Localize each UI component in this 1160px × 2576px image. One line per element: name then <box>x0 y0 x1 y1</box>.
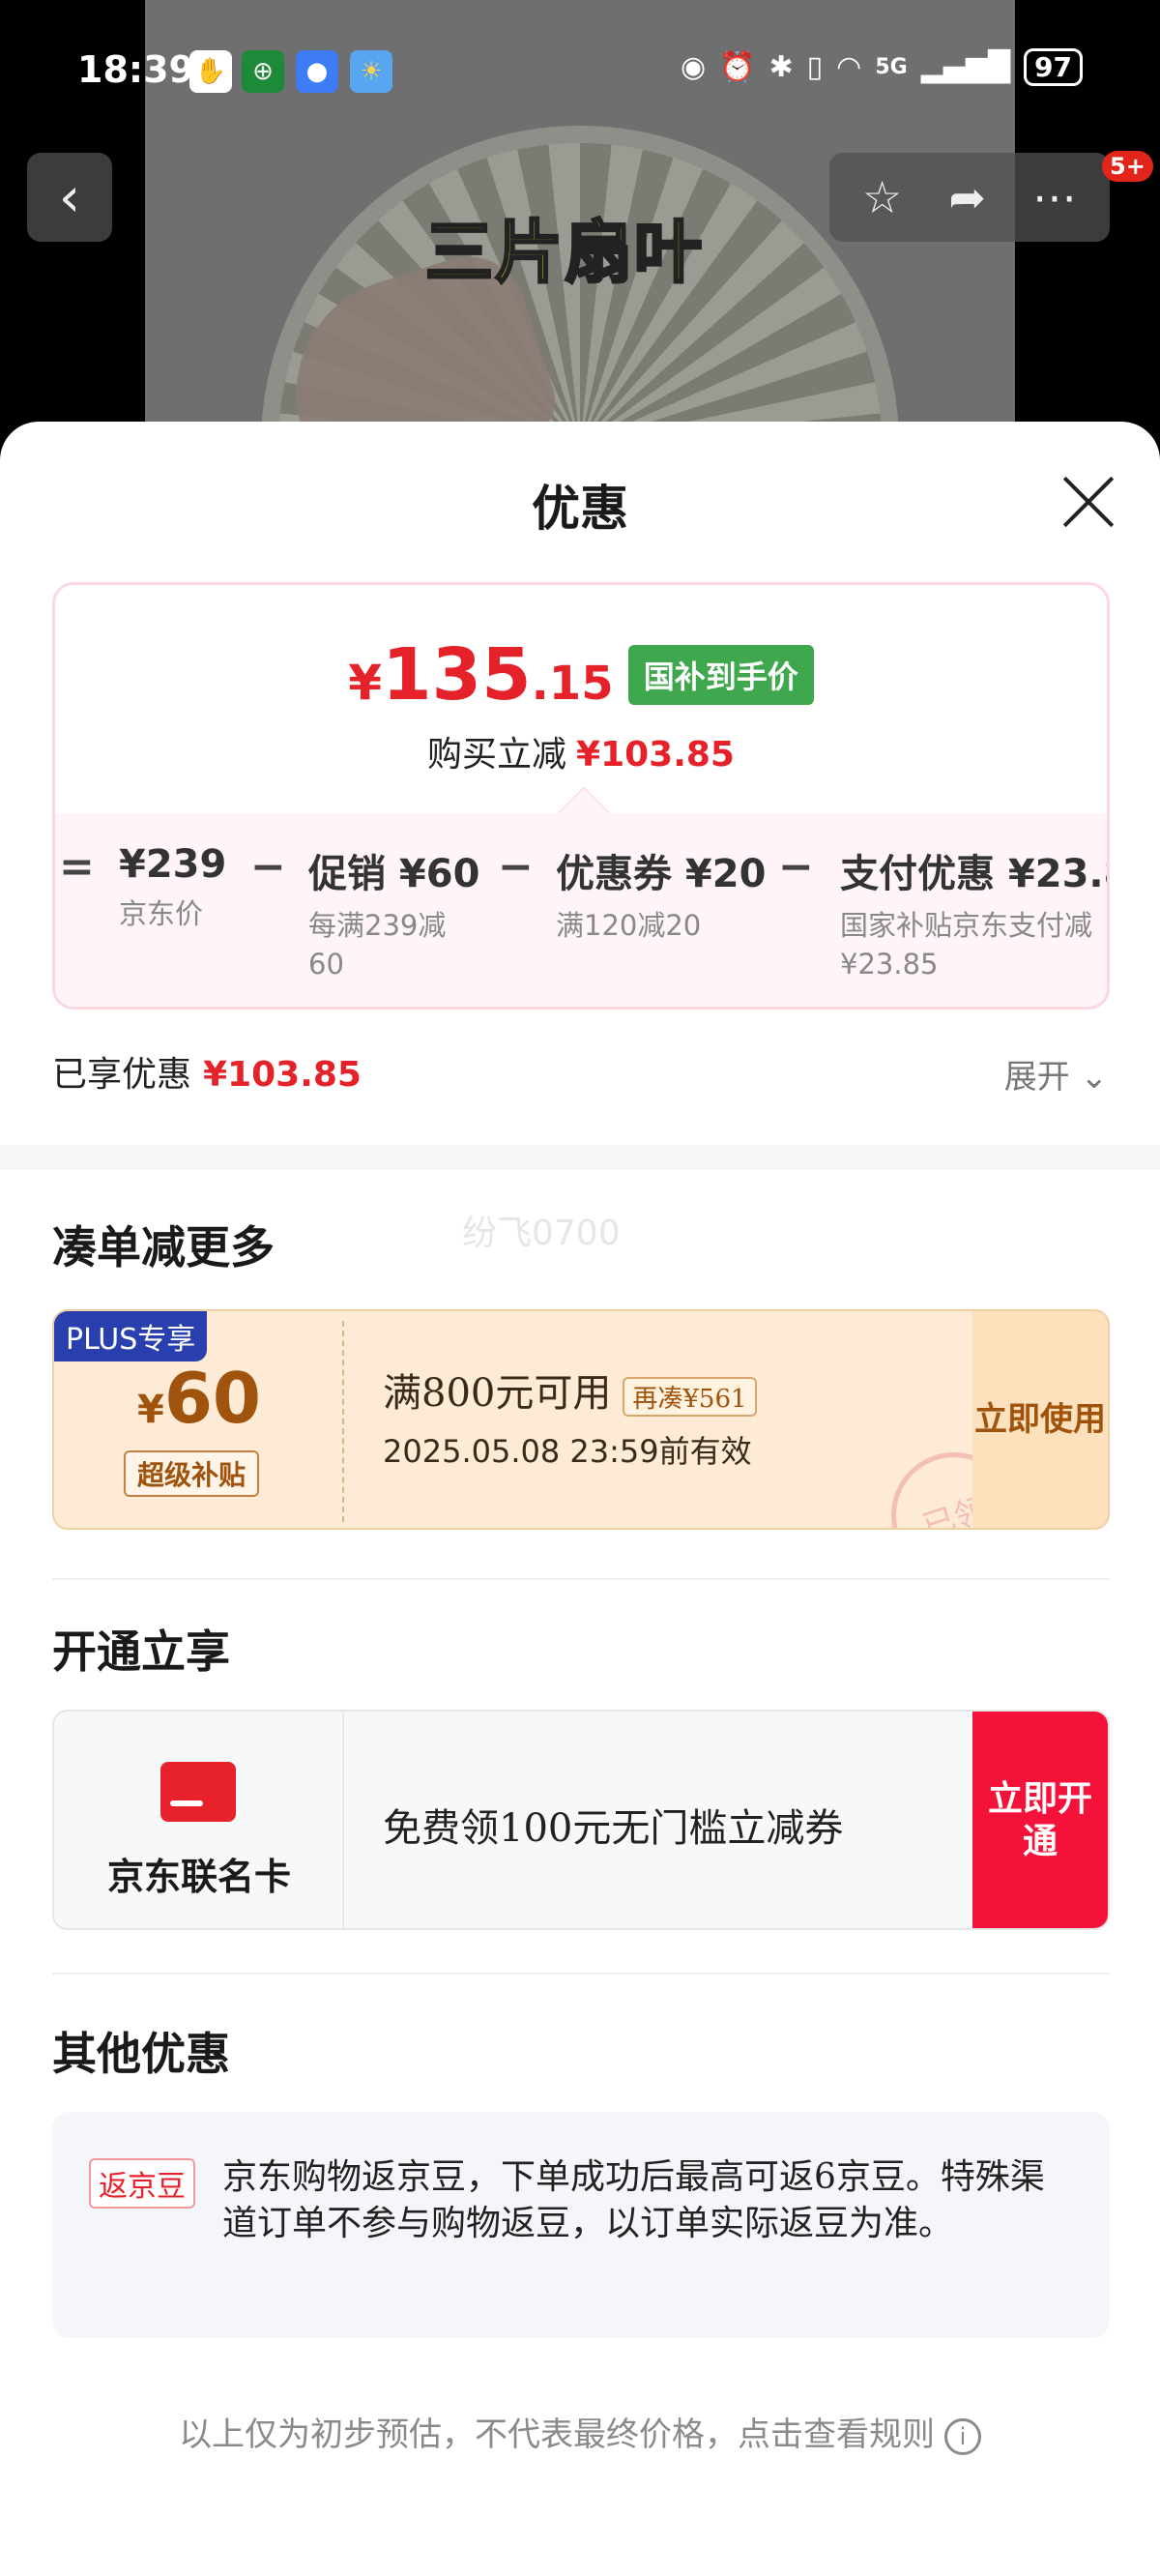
info-icon: i <box>944 2418 981 2455</box>
equals-sign: = <box>59 842 95 892</box>
final-price: ¥135.15 <box>348 633 613 717</box>
bluetooth-icon: ✱ <box>768 50 794 84</box>
breakdown-sub: 国家补贴京东支付减¥23.85 <box>840 909 1093 981</box>
watermark-text: 纷飞0700 <box>462 1214 621 1253</box>
minus-sign: − <box>778 842 814 892</box>
final-price-dec: .15 <box>531 657 614 711</box>
add-more-tag: 再凑¥561 <box>623 1376 757 1417</box>
card-left: 京东联名卡 <box>54 1712 344 1928</box>
expand-label: 展开 <box>1003 1058 1070 1097</box>
wifi-icon: ◠ <box>836 50 862 84</box>
super-subsidy-tag: 超级补贴 <box>124 1450 260 1497</box>
coupon-validity: 2025.05.08 23:59前有效 <box>383 1433 752 1470</box>
buy-reduce-row: 购买立减 ¥103.85 <box>55 726 1107 776</box>
breakdown-item: 促销 ¥60 每满239减60 <box>308 842 480 983</box>
enjoyed-discount: 已享优惠 ¥103.85 <box>52 1046 362 1097</box>
breakdown-item: 优惠券 ¥20 满120减20 <box>556 842 766 945</box>
eye-icon: ◉ <box>680 50 707 84</box>
post-app-icon: ⊕ <box>242 50 284 93</box>
breakdown-value: 优惠券 ¥20 <box>556 852 767 896</box>
header-actions: ☆ ➦ ⋯ <box>829 153 1110 242</box>
use-now-button[interactable]: 立即使用 <box>972 1311 1108 1528</box>
divider <box>52 1578 1110 1580</box>
price-card: ¥135.15 国补到手价 购买立减 ¥103.85 = ¥239 京东价 − 促… <box>52 582 1110 1010</box>
enjoyed-amount: ¥103.85 <box>203 1055 362 1095</box>
breakdown-item: 支付优惠 ¥23.8 国家补贴京东支付减¥23.85 <box>840 842 1110 983</box>
coupon-separator <box>342 1321 344 1522</box>
footer-note-text: 以上仅为初步预估，不代表最终价格，点击查看规则 <box>179 2415 935 2454</box>
open-now-button[interactable]: 立即开通 <box>972 1712 1108 1928</box>
coupon-amount: ¥60 <box>54 1358 344 1439</box>
signal-icon: ▂▄▆█ <box>920 50 1011 84</box>
card-name: 京东联名卡 <box>106 1855 291 1898</box>
coupon-yen: ¥ <box>136 1388 164 1432</box>
final-price-int: 135 <box>382 633 532 717</box>
discount-sheet: 优惠 ¥135.15 国补到手价 购买立减 ¥103.85 = ¥239 京东价 … <box>0 422 1160 2576</box>
status-right: ◉ ⏰ ✱ ▯ ◠ 5G ▂▄▆█ 97 <box>681 48 1083 86</box>
jd-bean-text: 京东购物返京豆，下单成功后最高可返6京豆。特殊渠道订单不参与购物返豆，以订单实际… <box>222 2157 1045 2243</box>
section-title-bundle: 凑单减更多 <box>52 1221 275 1273</box>
jd-bean-offer: 返京豆 京东购物返京豆，下单成功后最高可返6京豆。特殊渠道订单不参与购物返豆，以… <box>52 2112 1110 2338</box>
share-icon[interactable]: ➦ <box>948 171 986 223</box>
breakdown-sub: 满120减20 <box>556 909 702 942</box>
minus-sign: − <box>498 842 534 892</box>
plus-coupon[interactable]: PLUS专享 ¥60 超级补贴 满800元可用 再凑¥561 2025.05.08… <box>52 1309 1110 1530</box>
network-type: 5G <box>875 55 908 79</box>
back-button[interactable]: ‹ <box>27 153 112 242</box>
price-breakdown: = ¥239 京东价 − 促销 ¥60 每满239减60 − 优惠券 ¥20 满… <box>55 813 1110 1007</box>
gov-subsidy-tag: 国补到手价 <box>627 645 814 705</box>
favorite-star-icon[interactable]: ☆ <box>862 171 902 223</box>
buy-reduce-amount: ¥103.85 <box>576 735 735 775</box>
section-title-other: 其他优惠 <box>52 2028 230 2080</box>
breakdown-item: ¥239 京东价 <box>119 842 226 933</box>
credit-card-icon <box>160 1762 236 1822</box>
breakdown-sub: 京东价 <box>119 897 204 930</box>
video-caption: 三片扇叶 <box>424 212 704 294</box>
chevron-left-icon: ‹ <box>58 165 81 229</box>
card-offer-desc: 免费领100元无门槛立减券 <box>383 1806 844 1851</box>
final-price-row: ¥135.15 国补到手价 <box>55 633 1107 717</box>
close-icon[interactable] <box>1059 472 1117 530</box>
minus-sign: − <box>250 842 286 892</box>
coupon-number: 60 <box>163 1358 262 1439</box>
sheet-title: 优惠 <box>532 480 628 537</box>
breakdown-value: 促销 ¥60 <box>308 852 480 896</box>
rules-link[interactable]: 以上仅为初步预估，不代表最终价格，点击查看规则 i <box>0 2408 1160 2455</box>
status-bar: 18:39 ✋ ⊕ ● ☀ ◉ ⏰ ✱ ▯ ◠ 5G ▂▄▆█ 97 <box>0 39 1160 106</box>
alarm-icon: ⏰ <box>719 50 756 84</box>
section-divider <box>0 1145 1160 1170</box>
breakdown-value: 支付优惠 ¥23.8 <box>840 852 1110 896</box>
message-app-icon: ● <box>296 50 338 93</box>
coupon-condition: 满800元可用 再凑¥561 <box>383 1361 757 1418</box>
co-branded-card-offer[interactable]: 京东联名卡 免费领100元无门槛立减券 立即开通 <box>52 1710 1110 1930</box>
coupon-condition-text: 满800元可用 <box>383 1371 612 1416</box>
message-badge: 5+ <box>1102 151 1153 182</box>
divider <box>52 1973 1110 1975</box>
vibrate-icon: ▯ <box>806 50 824 84</box>
enjoyed-label: 已享优惠 <box>52 1055 192 1095</box>
chevron-down-icon: ⌄ <box>1080 1058 1109 1097</box>
plus-tag: PLUS专享 <box>54 1311 208 1361</box>
jd-bean-tag: 返京豆 <box>89 2158 195 2209</box>
final-price-yen: ¥ <box>348 655 383 711</box>
section-title-open: 开通立享 <box>52 1625 230 1678</box>
buy-reduce-label: 购买立减 <box>427 735 567 775</box>
battery-indicator: 97 <box>1024 48 1083 86</box>
breakdown-sub: 每满239减60 <box>308 909 447 981</box>
weather-app-icon: ☀ <box>350 50 392 93</box>
breakdown-value: ¥239 <box>119 842 227 887</box>
status-time: 18:39 <box>77 48 194 91</box>
expand-button[interactable]: 展开 ⌄ <box>1004 1050 1108 1098</box>
more-icon[interactable]: ⋯ <box>1032 171 1077 223</box>
hand-app-icon: ✋ <box>189 50 232 93</box>
